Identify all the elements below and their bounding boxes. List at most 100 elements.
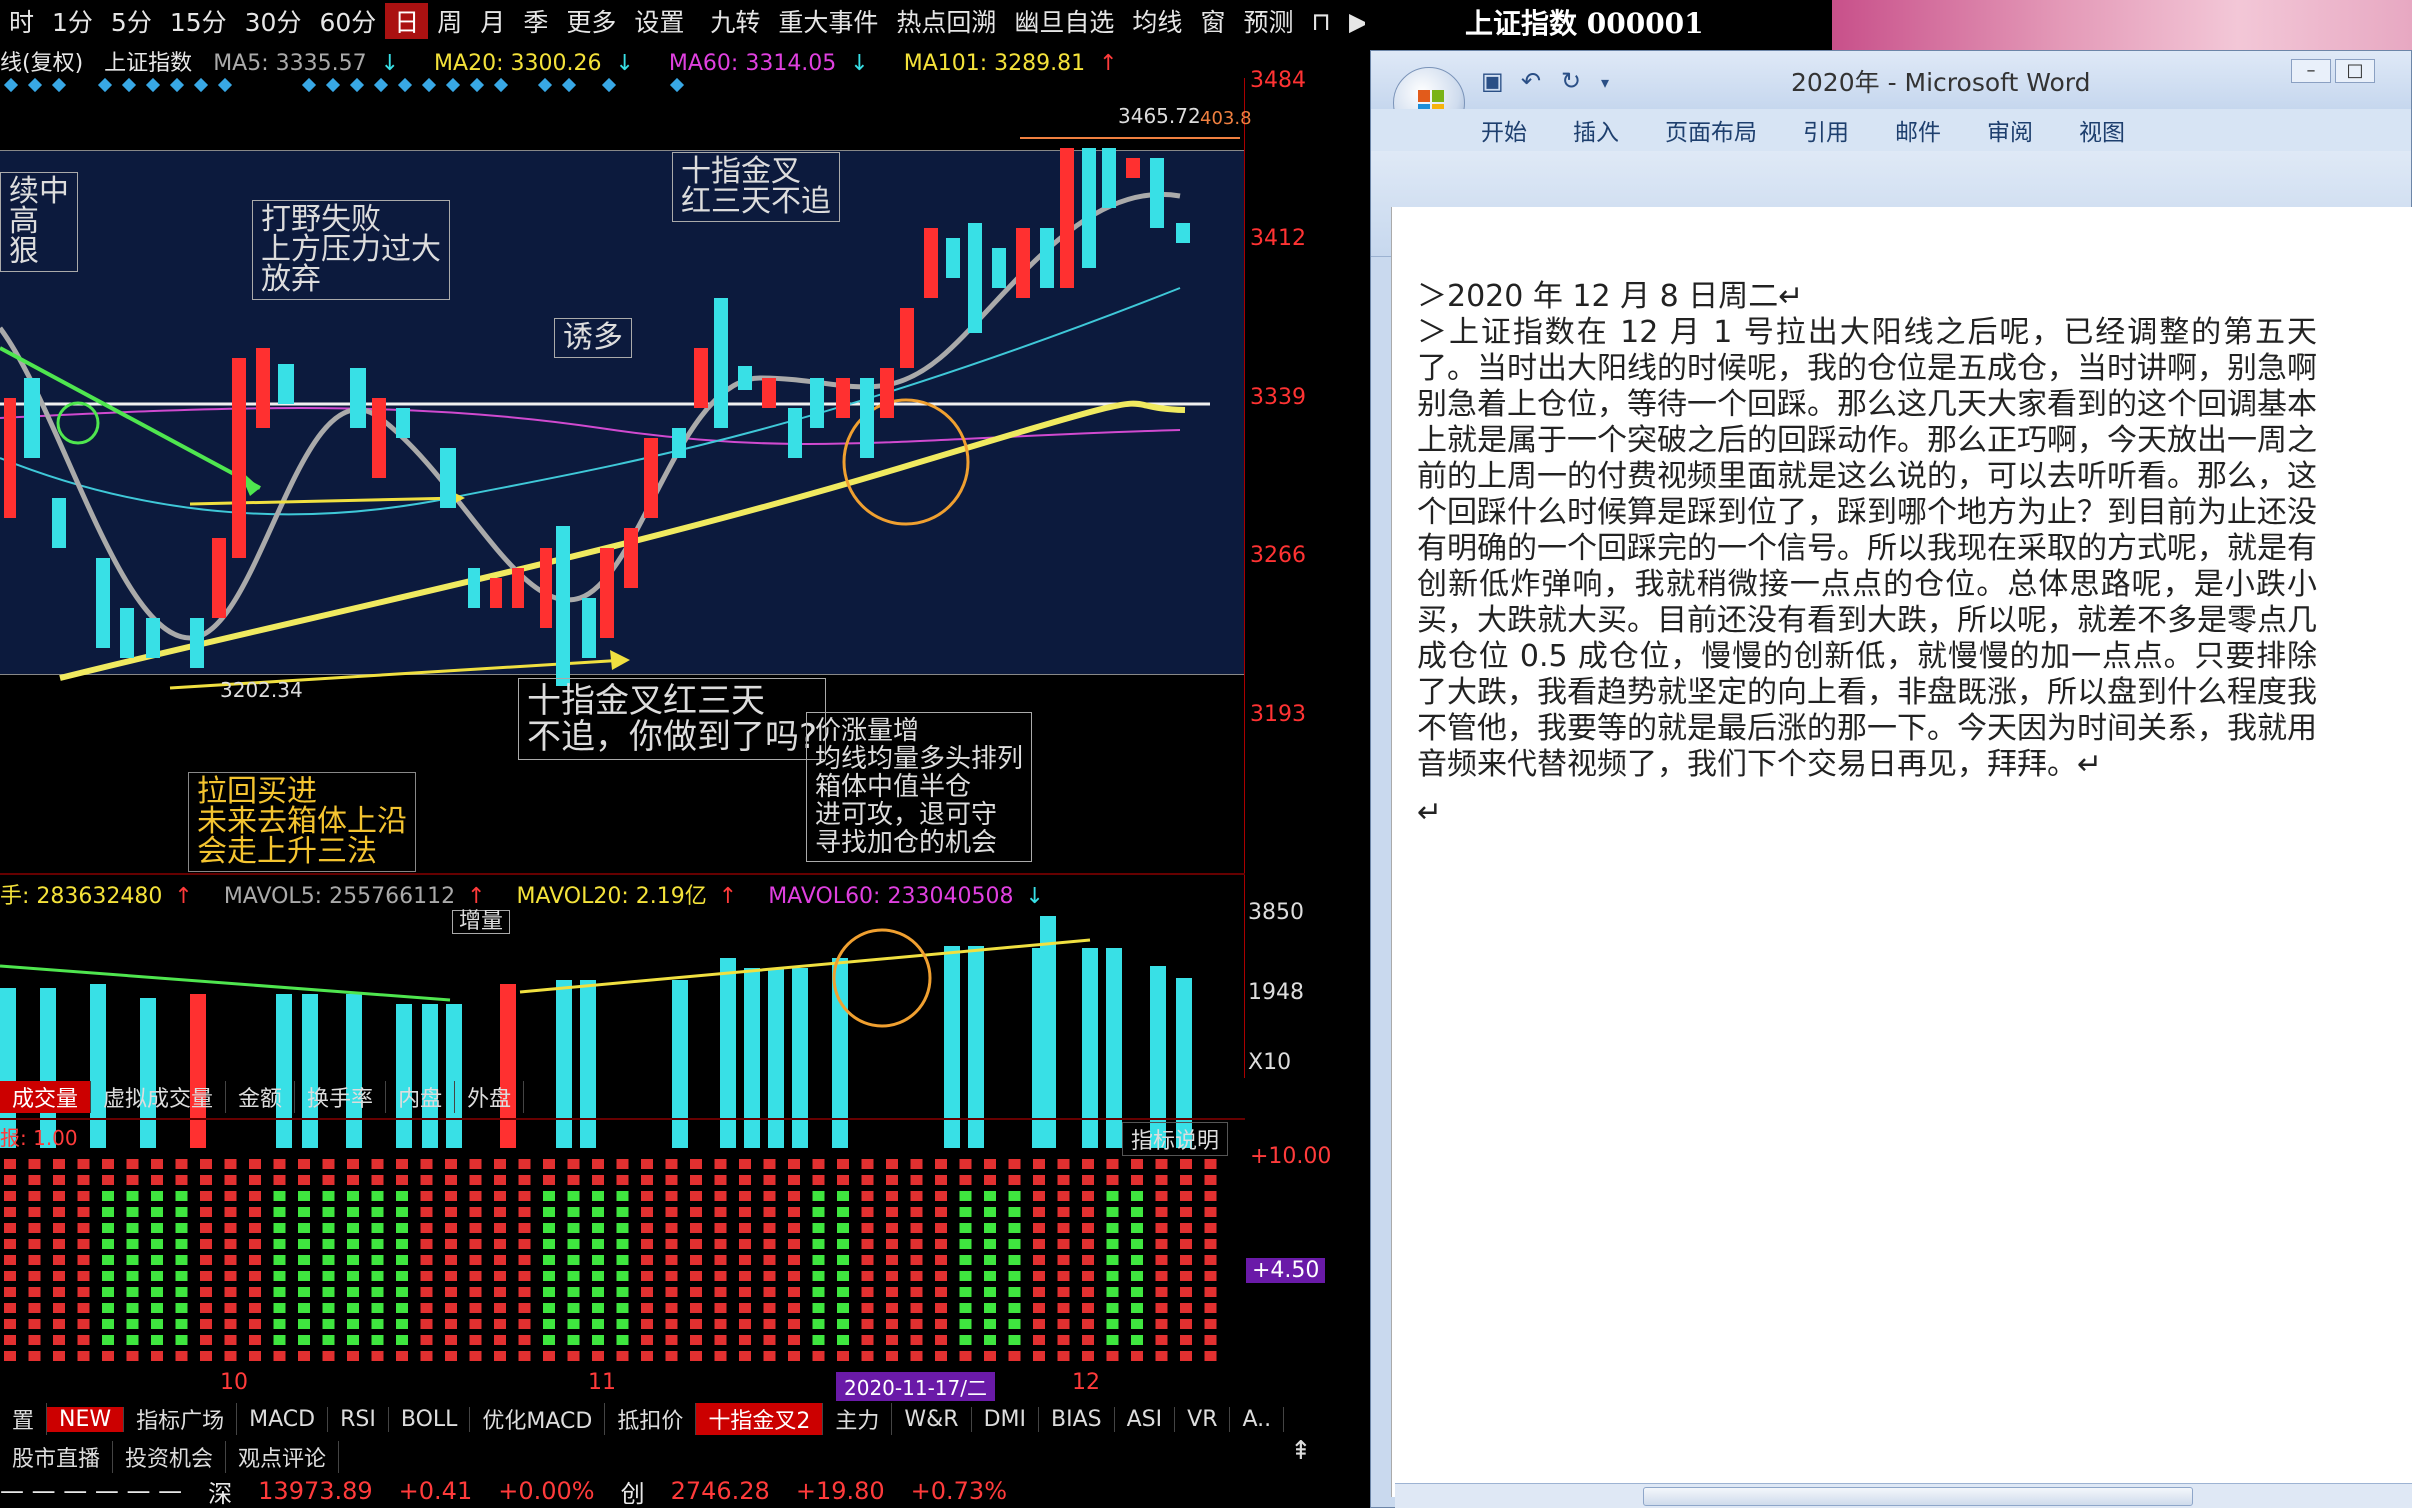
indicator-cell	[665, 1271, 678, 1281]
ribbon-tab[interactable]: 插入	[1563, 113, 1629, 147]
redo-icon[interactable]: ↻	[1561, 67, 1581, 95]
tab-item[interactable]: 外盘	[455, 1081, 525, 1113]
period-button[interactable]: 日	[385, 3, 429, 39]
lock-icon[interactable]: ⊓	[1302, 7, 1340, 36]
tab-item[interactable]: VR	[1175, 1406, 1231, 1432]
tab-item[interactable]: 十指金叉2	[696, 1403, 824, 1435]
period-button[interactable]: 热点回溯	[887, 3, 1005, 39]
period-button[interactable]: 均线	[1123, 3, 1191, 39]
period-button[interactable]: 60分	[310, 3, 385, 39]
tab-item[interactable]: 金额	[226, 1081, 296, 1113]
period-button[interactable]: 窗	[1191, 3, 1234, 39]
tab-item[interactable]: 换手率	[295, 1081, 387, 1113]
tab-item[interactable]: 置	[0, 1403, 48, 1435]
indicator-cell	[739, 1207, 751, 1217]
tab-item[interactable]: 成交量	[0, 1081, 92, 1113]
indicator-cell	[420, 1255, 433, 1265]
ribbon-tab[interactable]: 页面布局	[1655, 113, 1767, 147]
period-button[interactable]: 周	[428, 3, 471, 39]
tab-item[interactable]: 内盘	[386, 1081, 456, 1113]
tab-item[interactable]: 虚拟成交量	[91, 1081, 227, 1113]
ribbon-tab[interactable]: 引用	[1793, 113, 1859, 147]
tab-item[interactable]: BOLL	[389, 1406, 471, 1432]
indicator-cell	[151, 1191, 163, 1201]
tab-item[interactable]: RSI	[328, 1406, 389, 1432]
period-button[interactable]: 月	[471, 3, 514, 39]
indicator-cell	[1008, 1239, 1021, 1249]
period-button[interactable]: 1分	[43, 3, 102, 39]
save-icon[interactable]: ▣	[1481, 67, 1504, 95]
indicator-cell	[1180, 1239, 1192, 1249]
tab-item[interactable]: NEW	[47, 1406, 125, 1432]
period-button[interactable]: 重大事件	[769, 3, 887, 39]
indicator-cell	[371, 1207, 384, 1217]
adjust-mode-label[interactable]: 线(复权)	[0, 51, 83, 76]
tab-item[interactable]: 股市直播	[0, 1441, 114, 1473]
indicator-cell	[494, 1255, 506, 1265]
indicator-cell	[592, 1271, 604, 1281]
tab-item[interactable]: 指标广场	[124, 1403, 238, 1435]
indicator-cell	[1033, 1223, 1045, 1233]
period-button[interactable]: 时	[0, 3, 43, 39]
tab-item[interactable]: 观点评论	[226, 1441, 340, 1473]
minimize-button[interactable]: –	[2291, 59, 2331, 83]
tab-item[interactable]: 优化MACD	[470, 1403, 606, 1435]
period-button[interactable]: 30分	[236, 3, 311, 39]
indicator-cell	[175, 1271, 188, 1281]
indicator-explain-button[interactable]: 指标说明	[1122, 1122, 1229, 1156]
candlestick-chart[interactable]	[0, 78, 1245, 1148]
document-body[interactable]: ＞2020 年 12 月 8 日周二↵ ＞上证指数在 12 月 1 号拉出大阳线…	[1417, 279, 2317, 831]
tab-item[interactable]: MACD	[237, 1406, 329, 1432]
period-button[interactable]: 幽旦自选	[1005, 3, 1123, 39]
period-button[interactable]: 九转	[701, 3, 769, 39]
indicator-cell	[322, 1191, 335, 1201]
tab-item[interactable]: 抵扣价	[605, 1403, 697, 1435]
indicator-cell	[763, 1223, 776, 1233]
indicator-cell	[886, 1255, 898, 1265]
period-button[interactable]: 预测	[1234, 3, 1302, 39]
indicator-cell	[1082, 1191, 1094, 1201]
ribbon-tab[interactable]: 开始	[1471, 113, 1537, 147]
period-button[interactable]: 更多	[557, 3, 625, 39]
indicator-cell	[1033, 1159, 1045, 1169]
maximize-button[interactable]: □	[2335, 59, 2375, 83]
tab-item[interactable]: BIAS	[1039, 1406, 1115, 1432]
indicator-cell	[28, 1223, 41, 1233]
indicator-cell	[102, 1271, 114, 1281]
ribbon-tab[interactable]: 邮件	[1885, 113, 1951, 147]
indicator-cell	[371, 1175, 384, 1185]
indicator-cell	[77, 1351, 90, 1361]
customize-dropdown-icon[interactable]: ▾	[1601, 73, 1609, 92]
indicator-cell	[616, 1335, 629, 1345]
indicator-cell	[739, 1191, 751, 1201]
horizontal-scrollbar[interactable]	[1395, 1483, 2412, 1508]
indicator-chart[interactable]	[0, 1155, 1245, 1370]
date-tick: 10	[220, 1370, 248, 1395]
indicator-cell	[298, 1335, 310, 1345]
tab-item[interactable]: 主力	[823, 1403, 893, 1435]
indicator-cell	[935, 1191, 947, 1201]
period-button[interactable]: 15分	[161, 3, 236, 39]
tab-item[interactable]: W&R	[892, 1406, 972, 1432]
ribbon-tab[interactable]: 视图	[2069, 113, 2135, 147]
scrollbar-thumb[interactable]	[1643, 1487, 2193, 1506]
indicator-cell	[641, 1223, 653, 1233]
indicator-cell	[445, 1159, 457, 1169]
period-button[interactable]: 设置	[625, 3, 693, 39]
indicator-cell	[935, 1271, 947, 1281]
tab-item[interactable]: ASI	[1115, 1406, 1176, 1432]
tab-item[interactable]: A..	[1230, 1406, 1285, 1432]
indicator-cell	[616, 1159, 629, 1169]
indicator-cell	[322, 1303, 335, 1313]
tab-item[interactable]: 投资机会	[113, 1441, 227, 1473]
indicator-cell	[616, 1287, 629, 1297]
tab-item[interactable]: DMI	[972, 1406, 1040, 1432]
indicator-cell	[886, 1271, 898, 1281]
scroll-top-icon[interactable]: ⇞	[1290, 1436, 1320, 1466]
period-button[interactable]: 5分	[102, 3, 161, 39]
undo-icon[interactable]: ↶	[1521, 67, 1541, 95]
ribbon-tab[interactable]: 审阅	[1977, 113, 2043, 147]
indicator-cell	[494, 1287, 506, 1297]
indicator-cell	[224, 1223, 237, 1233]
period-button[interactable]: 季	[514, 3, 557, 39]
